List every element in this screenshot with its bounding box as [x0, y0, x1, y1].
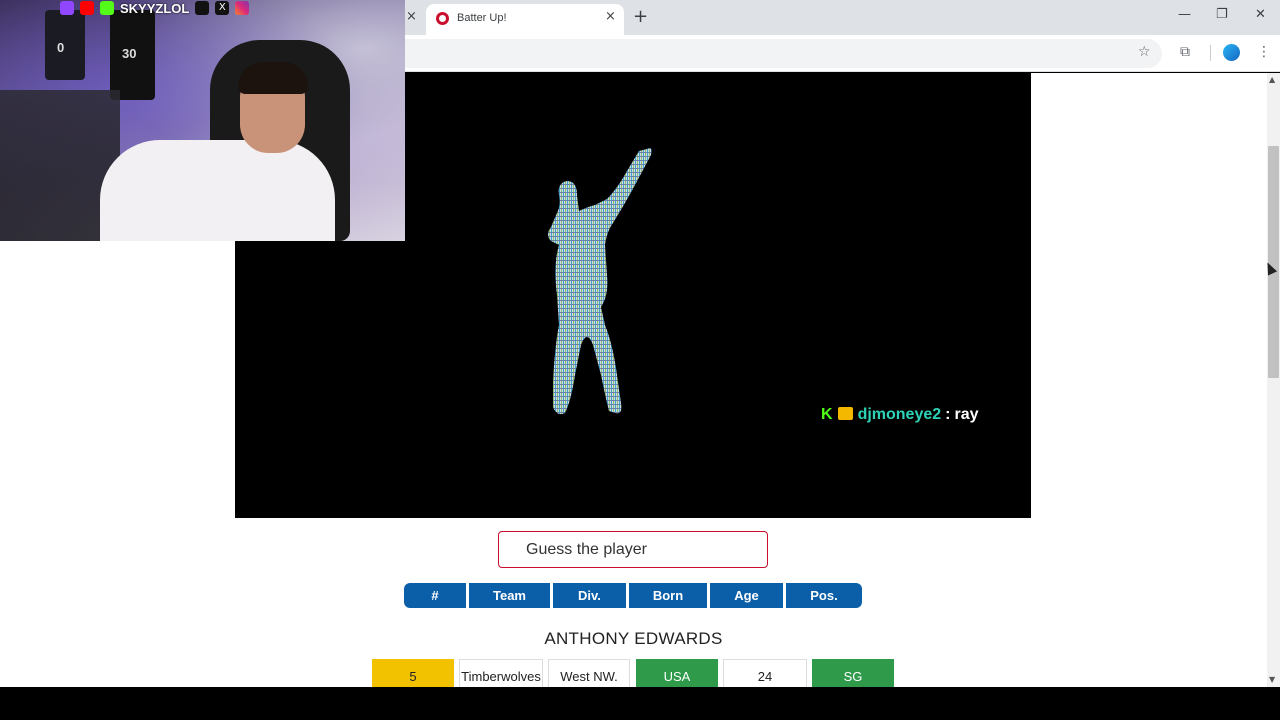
- scroll-down-icon[interactable]: ▼: [1269, 675, 1275, 684]
- wall-jersey: 0: [45, 10, 85, 80]
- attr-born: USA: [636, 659, 718, 687]
- kick-badge-icon: K: [821, 406, 833, 423]
- minimize-icon[interactable]: —: [1178, 7, 1191, 22]
- header-born: Born: [629, 583, 707, 608]
- social-handles-bar: SKYYZLOL X: [60, 0, 250, 16]
- header-team: Team: [469, 583, 550, 608]
- tab-close-icon[interactable]: ×: [605, 9, 616, 24]
- browser-menu-icon[interactable]: ⋮: [1257, 44, 1271, 60]
- guess-player-input[interactable]: [498, 531, 768, 568]
- x-icon: X: [215, 1, 230, 15]
- attr-division: West NW.: [548, 659, 630, 687]
- streamer-hair: [238, 62, 308, 94]
- instagram-icon: [235, 1, 250, 15]
- restore-icon[interactable]: ❐: [1216, 7, 1228, 22]
- address-bar[interactable]: [380, 39, 1162, 68]
- tab-title: Batter Up!: [457, 12, 507, 24]
- page-scrollbar[interactable]: ▲ ▼: [1267, 73, 1280, 687]
- header-division: Div.: [553, 583, 626, 608]
- screen: × Batter Up! × + — ❐ ✕ ☆ ⧉ ⋮ K djmoneye2…: [0, 0, 1280, 720]
- wall-jersey: 30: [110, 10, 155, 100]
- youtube-icon: [80, 1, 94, 15]
- tiktok-icon: [195, 1, 210, 15]
- tab-batter-up[interactable]: Batter Up! ×: [426, 4, 624, 35]
- twitch-icon: [60, 1, 74, 15]
- attr-age: 24: [723, 659, 807, 687]
- streamer-handle: SKYYZLOL: [120, 0, 190, 16]
- chat-separator: :: [945, 406, 951, 423]
- header-number: #: [404, 583, 466, 608]
- streamer-body: [100, 140, 335, 241]
- crown-icon: [837, 407, 853, 420]
- header-age: Age: [710, 583, 783, 608]
- profile-avatar-icon[interactable]: [1223, 44, 1240, 61]
- attr-team: Timberwolves: [459, 659, 543, 687]
- bookmark-star-icon[interactable]: ☆: [1138, 44, 1151, 60]
- toolbar-divider: [1210, 45, 1211, 61]
- new-tab-icon[interactable]: +: [633, 6, 648, 27]
- kick-icon: [100, 1, 114, 15]
- attr-position: SG: [812, 659, 894, 687]
- chat-username: djmoneye2: [857, 406, 942, 423]
- attr-number: 5: [372, 659, 454, 687]
- window-close-icon[interactable]: ✕: [1255, 7, 1266, 22]
- extensions-icon[interactable]: ⧉: [1180, 44, 1190, 60]
- chat-message-text: ray: [954, 406, 979, 423]
- previous-tab-close-icon[interactable]: ×: [406, 9, 417, 24]
- guessed-player-name: ANTHONY EDWARDS: [544, 629, 723, 648]
- streamer-webcam-overlay: 0 30 SKYYZLOL X: [0, 0, 405, 241]
- jersey-number: 30: [122, 46, 137, 61]
- scroll-up-icon[interactable]: ▲: [1269, 75, 1275, 84]
- header-position: Pos.: [786, 583, 862, 608]
- player-silhouette-image: [548, 147, 652, 415]
- jersey-number: 0: [57, 40, 65, 55]
- site-favicon-icon: [436, 12, 449, 25]
- stream-chat-message: Kdjmoneye2: ray: [821, 406, 979, 424]
